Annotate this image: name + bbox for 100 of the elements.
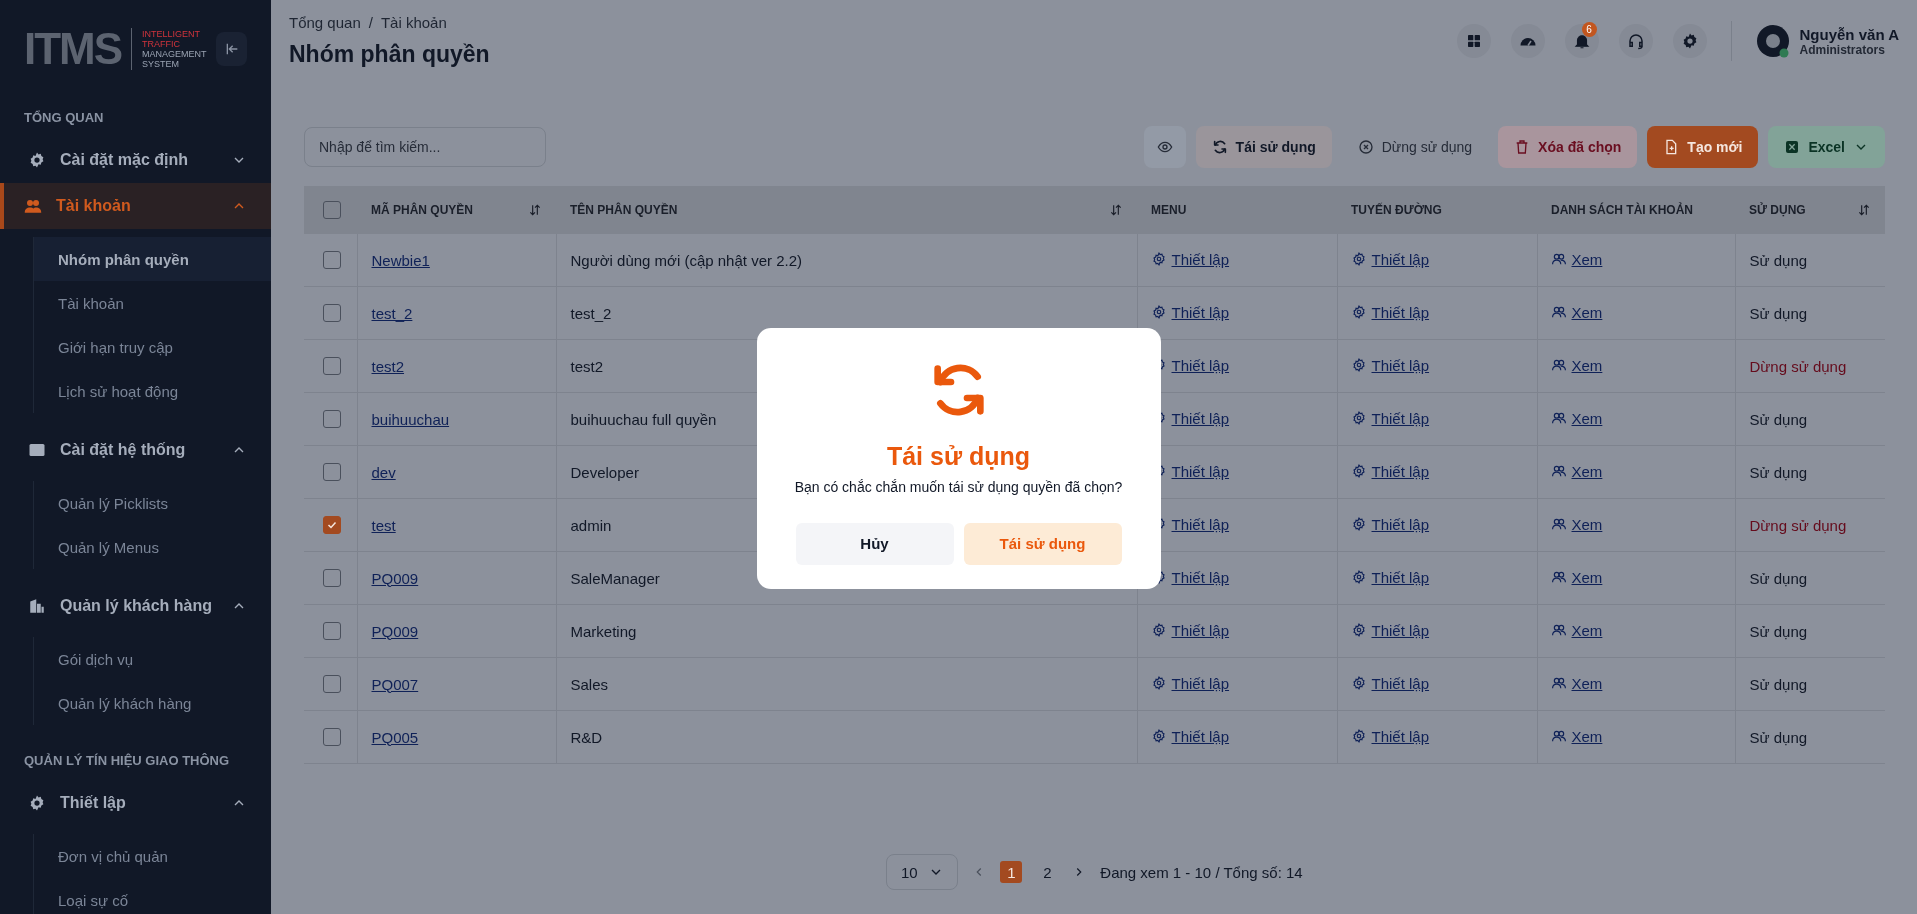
- reuse-button[interactable]: Tái sử dụng: [1195, 126, 1332, 168]
- gear-icon: [1151, 252, 1166, 267]
- row-checkbox[interactable]: [323, 410, 341, 428]
- avatar[interactable]: [1755, 24, 1790, 58]
- users-icon: [1551, 623, 1566, 638]
- row-checkbox[interactable]: [323, 304, 341, 322]
- submenu-item[interactable]: Quản lý khách hàng: [34, 681, 271, 725]
- permission-code-link[interactable]: test2: [371, 357, 405, 375]
- column-header: TÊN PHÂN QUYỀN: [570, 203, 678, 217]
- breadcrumb-item[interactable]: Tài khoản: [380, 14, 447, 31]
- submenu-item[interactable]: Quản lý Menus: [34, 525, 271, 569]
- excel-button[interactable]: Excel: [1768, 126, 1885, 168]
- confirm-button[interactable]: Tái sử dụng: [963, 522, 1122, 565]
- search-field[interactable]: Nhập để tìm kiếm...: [304, 127, 546, 167]
- menu-setup-link[interactable]: Thiết lập: [1151, 621, 1230, 639]
- route-setup-link[interactable]: Thiết lập: [1351, 568, 1430, 586]
- status-text: Sử dụng: [1749, 728, 1808, 746]
- row-checkbox[interactable]: [323, 622, 341, 640]
- accounts-view-link[interactable]: Xem: [1551, 515, 1603, 533]
- route-setup-link[interactable]: Thiết lập: [1351, 515, 1430, 533]
- view-button[interactable]: [1143, 126, 1186, 168]
- cancel-button[interactable]: Hủy: [795, 522, 954, 565]
- row-checkbox[interactable]: [323, 675, 341, 693]
- support-button[interactable]: [1618, 24, 1653, 58]
- accounts-view-link[interactable]: Xem: [1551, 674, 1603, 692]
- gear-icon: [1351, 358, 1366, 373]
- permission-code-link[interactable]: test: [371, 516, 396, 534]
- submenu-item[interactable]: Đơn vị chủ quản: [34, 834, 271, 878]
- row-checkbox[interactable]: [323, 728, 341, 746]
- page-title: Nhóm phân quyền: [289, 41, 490, 68]
- menu-setup-link[interactable]: Thiết lập: [1151, 674, 1230, 692]
- permission-code-link[interactable]: dev: [371, 463, 396, 481]
- route-setup-link[interactable]: Thiết lập: [1351, 462, 1430, 480]
- permission-code-link[interactable]: Newbie1: [371, 251, 430, 269]
- accounts-view-link[interactable]: Xem: [1551, 568, 1603, 586]
- accounts-view-link[interactable]: Xem: [1551, 409, 1603, 427]
- submenu-item[interactable]: Loại sự cố: [34, 878, 271, 914]
- route-setup-link[interactable]: Thiết lập: [1351, 621, 1430, 639]
- row-checkbox[interactable]: [323, 251, 341, 269]
- accounts-view-link[interactable]: Xem: [1551, 250, 1603, 268]
- accounts-view-link[interactable]: Xem: [1551, 727, 1603, 745]
- route-setup-link[interactable]: Thiết lập: [1351, 674, 1430, 692]
- route-setup-link[interactable]: Thiết lập: [1351, 356, 1430, 374]
- breadcrumb-item[interactable]: Tổng quan: [289, 14, 361, 31]
- route-setup-link[interactable]: Thiết lập: [1351, 250, 1430, 268]
- accounts-view-link[interactable]: Xem: [1551, 356, 1603, 374]
- menu-setup-link[interactable]: Thiết lập: [1151, 727, 1230, 745]
- submenu-item[interactable]: Gói dịch vụ: [34, 637, 271, 681]
- headset-icon: [1626, 32, 1645, 50]
- accounts-view-link[interactable]: Xem: [1551, 621, 1603, 639]
- status-text: Dừng sử dụng: [1749, 357, 1847, 375]
- permission-code-link[interactable]: PQ009: [371, 569, 419, 587]
- permission-code-link[interactable]: test_2: [371, 304, 413, 322]
- create-button[interactable]: Tạo mới: [1647, 126, 1759, 168]
- page-button[interactable]: 1: [1000, 861, 1023, 883]
- permission-code-link[interactable]: PQ007: [371, 675, 419, 693]
- gear-icon: [1351, 252, 1366, 267]
- submenu-item[interactable]: Tài khoản: [34, 281, 271, 325]
- column-header: MENU: [1151, 203, 1187, 217]
- sort-icon: [1109, 203, 1123, 217]
- row-checkbox[interactable]: [323, 516, 341, 534]
- permission-code-link[interactable]: PQ005: [371, 728, 419, 746]
- submenu-item[interactable]: Quản lý Picklists: [34, 481, 271, 525]
- breadcrumb-separator: /: [368, 14, 373, 31]
- menu-setup-link[interactable]: Thiết lập: [1151, 303, 1230, 321]
- accounts-view-link[interactable]: Xem: [1551, 462, 1603, 480]
- users-icon: [1551, 570, 1566, 585]
- gear-icon: [28, 794, 46, 812]
- sidebar-item[interactable]: Cài đặt mặc định: [0, 137, 271, 183]
- route-setup-link[interactable]: Thiết lập: [1351, 303, 1430, 321]
- sidebar-item[interactable]: Quản lý khách hàng: [0, 583, 271, 629]
- logo-tagline: INTELLIGENT TRAFFIC MANAGEMENT SYSTEM: [141, 29, 207, 69]
- apps-button[interactable]: [1456, 24, 1491, 58]
- users-icon: [1551, 358, 1566, 373]
- permission-code-link[interactable]: PQ009: [371, 622, 419, 640]
- notifications-button[interactable]: 6: [1564, 24, 1599, 58]
- gear-icon: [1351, 623, 1366, 638]
- route-setup-link[interactable]: Thiết lập: [1351, 409, 1430, 427]
- row-checkbox[interactable]: [323, 463, 341, 481]
- settings-button[interactable]: [1672, 24, 1707, 58]
- route-setup-link[interactable]: Thiết lập: [1351, 727, 1430, 745]
- menu-setup-link[interactable]: Thiết lập: [1151, 250, 1230, 268]
- page-button[interactable]: 2: [1036, 861, 1059, 883]
- collapse-sidebar-button[interactable]: [216, 32, 247, 66]
- dashboard-button[interactable]: [1510, 24, 1545, 58]
- page-size-select[interactable]: 10: [886, 854, 959, 890]
- row-checkbox[interactable]: [323, 357, 341, 375]
- accounts-view-link[interactable]: Xem: [1551, 303, 1603, 321]
- users-icon: [1551, 676, 1566, 691]
- sidebar-item[interactable]: Tài khoản: [0, 183, 271, 229]
- submenu-item[interactable]: Lịch sử hoạt động: [34, 369, 271, 413]
- permission-code-link[interactable]: buihuuchau: [371, 410, 450, 428]
- sidebar-item[interactable]: Thiết lập: [0, 780, 271, 826]
- check-icon: [326, 519, 338, 531]
- select-all-checkbox[interactable]: [323, 201, 341, 219]
- submenu-item[interactable]: Nhóm phân quyền: [34, 237, 271, 281]
- table-cell: Marketing: [570, 622, 637, 640]
- sidebar-item[interactable]: Cài đặt hệ thống: [0, 427, 271, 473]
- submenu-item[interactable]: Giới hạn truy cập: [34, 325, 271, 369]
- row-checkbox[interactable]: [323, 569, 341, 587]
